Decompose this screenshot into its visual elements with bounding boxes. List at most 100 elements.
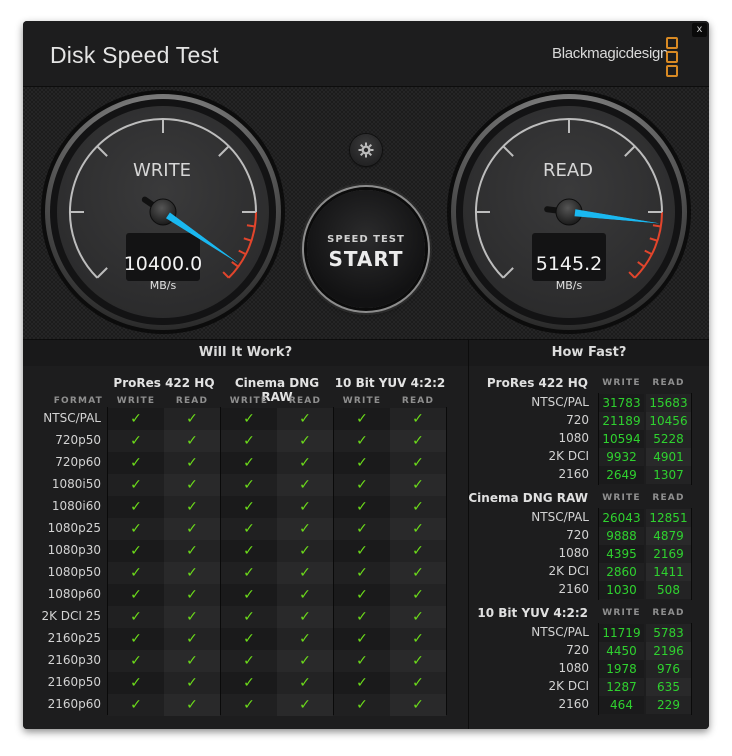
check-icon: ✓	[412, 697, 424, 713]
check-icon: ✓	[186, 499, 198, 515]
check-icon: ✓	[243, 653, 255, 669]
format-label: 1080p60	[47, 587, 101, 601]
start-speed-test-button[interactable]: SPEED TEST START	[307, 190, 425, 308]
check-icon: ✓	[356, 587, 368, 603]
wiw-result-cell: ✓	[108, 628, 164, 650]
hf-group-header: Cinema DNG RAW	[468, 491, 588, 505]
check-icon: ✓	[130, 675, 142, 691]
wiw-result-cell: ✓	[164, 496, 220, 518]
wiw-result-cell: ✓	[334, 430, 390, 452]
wiw-result-cell: ✓	[164, 452, 220, 474]
check-icon: ✓	[130, 543, 142, 559]
wiw-column-header: WRITE	[342, 396, 382, 406]
format-label: NTSC/PAL	[43, 411, 101, 425]
hf-write-value: 26043	[599, 509, 644, 527]
wiw-result-cell: ✓	[221, 408, 277, 430]
hf-write-value: 4450	[599, 642, 644, 660]
wiw-result-cell: ✓	[164, 628, 220, 650]
hf-read-header: READ	[652, 608, 685, 618]
check-icon: ✓	[299, 631, 311, 647]
check-icon: ✓	[299, 433, 311, 449]
check-icon: ✓	[243, 565, 255, 581]
wiw-result-cell: ✓	[390, 650, 446, 672]
wiw-result-cell: ✓	[334, 518, 390, 540]
wiw-result-cell: ✓	[334, 672, 390, 694]
wiw-result-cell: ✓	[277, 452, 333, 474]
wiw-result-cell: ✓	[221, 540, 277, 562]
gauge-redline-tick	[246, 224, 256, 228]
check-icon: ✓	[356, 697, 368, 713]
wiw-result-cell: ✓	[108, 562, 164, 584]
hf-separator	[691, 623, 692, 715]
wiw-result-cell: ✓	[334, 452, 390, 474]
wiw-result-cell: ✓	[164, 430, 220, 452]
wiw-result-cell: ✓	[164, 474, 220, 496]
check-icon: ✓	[186, 477, 198, 493]
check-icon: ✓	[412, 521, 424, 537]
wiw-result-cell: ✓	[221, 562, 277, 584]
check-icon: ✓	[412, 411, 424, 427]
read-speed-unit: MB/s	[555, 279, 583, 292]
check-icon: ✓	[356, 411, 368, 427]
wiw-result-cell: ✓	[334, 584, 390, 606]
check-icon: ✓	[356, 477, 368, 493]
wiw-result-cell: ✓	[334, 408, 390, 430]
wiw-result-cell: ✓	[108, 650, 164, 672]
wiw-result-cell: ✓	[221, 496, 277, 518]
check-icon: ✓	[186, 455, 198, 471]
check-icon: ✓	[130, 477, 142, 493]
wiw-result-cell: ✓	[334, 562, 390, 584]
write-gauge-label: WRITE	[133, 160, 191, 181]
check-icon: ✓	[243, 411, 255, 427]
app-title: Disk Speed Test	[50, 42, 219, 68]
hf-read-value: 5783	[646, 624, 691, 642]
format-label: 2160p50	[47, 675, 101, 689]
check-icon: ✓	[299, 697, 311, 713]
wiw-result-cell: ✓	[277, 650, 333, 672]
close-button[interactable]: x	[692, 23, 707, 37]
format-label: 2K DCI 25	[41, 609, 101, 623]
hf-row-label: NTSC/PAL	[531, 395, 589, 409]
settings-button[interactable]	[350, 134, 382, 166]
wiw-result-cell: ✓	[390, 584, 446, 606]
check-icon: ✓	[186, 587, 198, 603]
wiw-result-cell: ✓	[277, 694, 333, 716]
read-speed-value: 5145.2	[535, 253, 603, 275]
check-icon: ✓	[186, 697, 198, 713]
check-icon: ✓	[412, 433, 424, 449]
check-icon: ✓	[412, 631, 424, 647]
check-icon: ✓	[299, 455, 311, 471]
wiw-result-cell: ✓	[221, 628, 277, 650]
hf-write-value: 9932	[599, 448, 644, 466]
write-gauge	[41, 90, 285, 334]
check-icon: ✓	[356, 653, 368, 669]
hf-row-label: 2160	[558, 582, 589, 596]
hf-write-value: 9888	[599, 527, 644, 545]
check-icon: ✓	[412, 455, 424, 471]
format-label: 1080p50	[47, 565, 101, 579]
wiw-result-cell: ✓	[390, 430, 446, 452]
hf-row-label: 2K DCI	[548, 564, 589, 578]
check-icon: ✓	[243, 697, 255, 713]
check-icon: ✓	[186, 631, 198, 647]
wiw-result-cell: ✓	[390, 628, 446, 650]
hf-row-label: 720	[566, 413, 589, 427]
hf-read-header: READ	[652, 493, 685, 503]
hf-write-value: 11719	[599, 624, 644, 642]
wiw-result-cell: ✓	[390, 452, 446, 474]
hf-write-header: WRITE	[602, 608, 641, 618]
gear-icon	[358, 142, 374, 158]
hf-read-value: 2169	[646, 545, 691, 563]
wiw-result-cell: ✓	[277, 606, 333, 628]
wiw-result-cell: ✓	[108, 694, 164, 716]
check-icon: ✓	[299, 411, 311, 427]
hf-read-value: 5228	[646, 430, 691, 448]
title-bar: Disk Speed Test Blackmagicdesign	[23, 21, 709, 86]
check-icon: ✓	[243, 521, 255, 537]
hf-row-label: 2K DCI	[548, 679, 589, 693]
hf-row-label: 2160	[558, 467, 589, 481]
hf-row-label: NTSC/PAL	[531, 625, 589, 639]
wiw-result-cell: ✓	[221, 518, 277, 540]
hf-write-value: 10594	[599, 430, 644, 448]
wiw-column-header: WRITE	[116, 396, 156, 406]
